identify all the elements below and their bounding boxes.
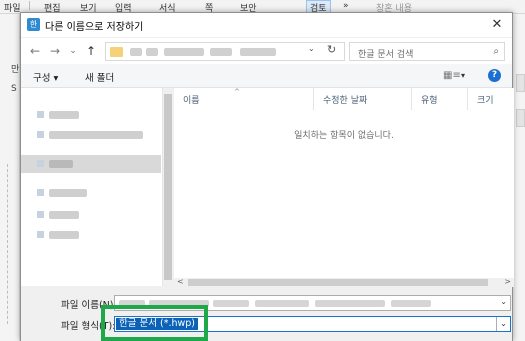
- filename-dropdown-icon[interactable]: ⌄: [500, 297, 507, 306]
- column-header-name[interactable]: 이름 ^: [174, 88, 314, 110]
- column-header-label: 이름: [183, 96, 200, 106]
- nav-pane-item-label: [49, 211, 79, 219]
- help-icon[interactable]: ?: [488, 69, 501, 82]
- up-arrow-icon[interactable]: ↑: [83, 43, 99, 59]
- menu-more[interactable]: »: [343, 1, 349, 11]
- app-right-control[interactable]: [516, 74, 525, 92]
- hwp-app-icon: 한: [27, 18, 40, 31]
- new-folder-button[interactable]: 새 폴더: [85, 70, 114, 84]
- app-left-char: 만: [11, 65, 20, 75]
- organize-button[interactable]: 구성 ▾: [33, 70, 58, 84]
- highlight-box: [101, 305, 208, 341]
- scrollbar-thumb[interactable]: [164, 94, 172, 280]
- dialog-titlebar[interactable]: 한 다른 이름으로 저장하기 ✕: [21, 13, 512, 37]
- dialog-title: 다른 이름으로 저장하기: [45, 22, 144, 33]
- filename-value: [391, 300, 431, 307]
- search-box[interactable]: 한글 문서 검색 ⌕: [349, 42, 505, 61]
- nav-pane-item-label: [49, 131, 143, 139]
- nav-pane-item-label: [49, 111, 79, 119]
- nav-pane-item-label: [49, 231, 79, 239]
- location-icon: [37, 231, 44, 238]
- refresh-icon[interactable]: ↻: [327, 43, 336, 56]
- recent-locations-dropdown-icon[interactable]: ⌄: [65, 43, 81, 59]
- nav-pane-scrollbar[interactable]: [163, 88, 173, 286]
- filename-value: [315, 300, 385, 307]
- forward-arrow-icon[interactable]: →: [47, 43, 63, 59]
- menu-file[interactable]: 파일: [4, 1, 21, 14]
- scrollbar-thumb[interactable]: [188, 279, 488, 286]
- nav-pane-item-selected[interactable]: [21, 155, 161, 173]
- command-toolbar: 구성 ▾ 새 폴더 ▦≡ ▾ ?: [21, 64, 512, 88]
- nav-pane-item[interactable]: [21, 226, 161, 244]
- location-icon: [37, 160, 44, 167]
- search-icon[interactable]: ⌕: [493, 46, 499, 57]
- filetype-dropdown-icon[interactable]: ⌄: [496, 317, 510, 331]
- address-segment[interactable]: [210, 48, 232, 56]
- navigation-pane: [21, 88, 163, 286]
- page-margin-line: [7, 164, 8, 324]
- nav-pane-item[interactable]: [21, 106, 161, 124]
- address-dropdown-icon[interactable]: ⌄: [308, 44, 315, 53]
- navigation-bar: ← → ⌄ ↑ ⌄ ↻ 한글 문서 검색 ⌕: [21, 38, 512, 64]
- save-options-area: 파일 이름(N): ⌄ 파일 형식(T): 한글 문서 (*.hwp) ⌄: [21, 287, 512, 341]
- app-left-ruler: 만 S: [0, 14, 20, 341]
- nav-pane-item[interactable]: [21, 184, 161, 202]
- nav-pane-item-label: [49, 160, 73, 168]
- close-button[interactable]: ✕: [488, 16, 506, 34]
- nav-pane-item[interactable]: [21, 126, 161, 144]
- file-list-horizontal-scrollbar[interactable]: < >: [174, 277, 514, 287]
- address-segment[interactable]: [240, 48, 276, 56]
- view-dropdown-icon[interactable]: ▾: [461, 71, 465, 80]
- column-header-size[interactable]: 크기: [468, 88, 514, 110]
- filename-value: [255, 300, 309, 307]
- empty-list-message: 일치하는 항목이 없습니다.: [294, 131, 394, 141]
- menu-separator: |: [28, 1, 32, 11]
- scroll-right-icon[interactable]: >: [504, 277, 511, 286]
- location-icon: [37, 211, 44, 218]
- app-left-char: S: [11, 84, 17, 94]
- sort-ascending-icon: ^: [234, 88, 240, 96]
- search-placeholder: 한글 문서 검색: [358, 50, 414, 60]
- address-segment[interactable]: [146, 48, 158, 56]
- location-icon: [37, 131, 44, 138]
- scroll-left-icon[interactable]: <: [177, 277, 184, 286]
- app-right-rail: [513, 14, 525, 341]
- view-options-icon[interactable]: ▦≡: [443, 70, 461, 81]
- app-right-control[interactable]: [516, 109, 525, 127]
- filename-value: [213, 300, 249, 307]
- location-icon: [37, 111, 44, 118]
- save-as-dialog: 한 다른 이름으로 저장하기 ✕ ← → ⌄ ↑ ⌄ ↻ 한글 문서 검색 ⌕ …: [20, 12, 514, 341]
- address-segment[interactable]: [130, 48, 142, 56]
- back-arrow-icon[interactable]: ←: [27, 43, 43, 59]
- location-icon: [37, 189, 44, 196]
- file-list[interactable]: 이름 ^ 수정한 날짜 유형 크기 일치하는 항목이 없습니다.: [174, 88, 514, 278]
- nav-pane-item[interactable]: [21, 206, 161, 224]
- nav-pane-item-label: [49, 189, 87, 197]
- folder-icon: [110, 47, 123, 57]
- address-segment[interactable]: [164, 48, 204, 56]
- column-header-type[interactable]: 유형: [412, 88, 468, 110]
- column-header-date-modified[interactable]: 수정한 날짜: [314, 88, 412, 110]
